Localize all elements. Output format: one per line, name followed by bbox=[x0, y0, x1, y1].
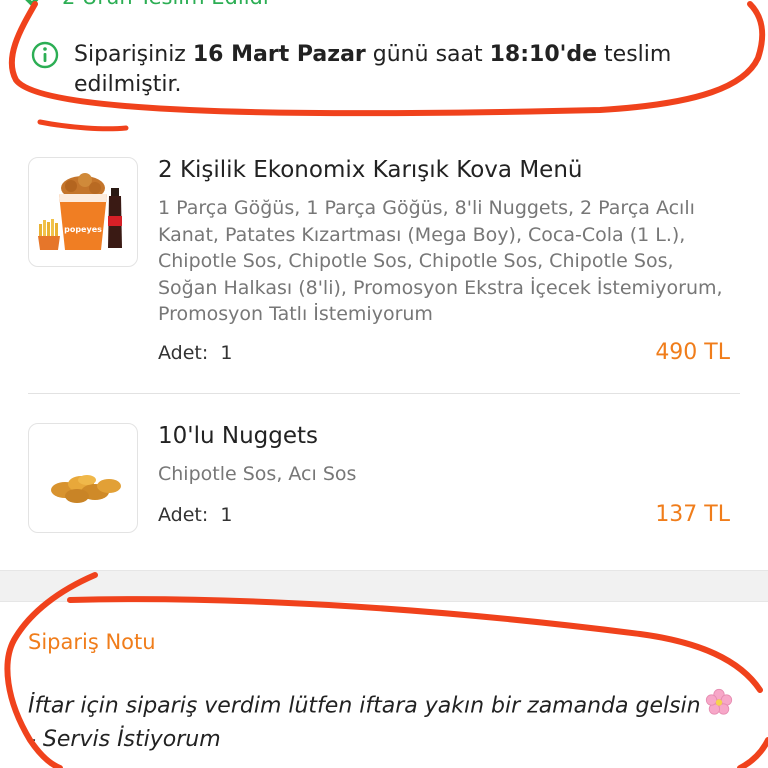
delivery-notice: Siparişiniz 16 Mart Pazar günü saat 18:1… bbox=[30, 40, 720, 100]
order-item[interactable]: popeyes 2 Kişilik Ekonomix Karışık Kova … bbox=[28, 157, 740, 377]
delivery-date: 16 Mart Pazar bbox=[192, 42, 366, 67]
annotation-stroke-bottom-right bbox=[737, 737, 768, 768]
item-image-bucket-menu: popeyes bbox=[28, 157, 138, 267]
item-divider bbox=[28, 393, 740, 394]
order-note-text: İftar için sipariş verdim lütfen iftara … bbox=[28, 688, 740, 755]
item-quantity: Adet: 1 bbox=[158, 504, 233, 526]
section-separator bbox=[0, 570, 768, 602]
item-name: 10'lu Nuggets bbox=[158, 423, 319, 449]
delivery-status: 2 Ürün Teslim Edildi bbox=[22, 0, 269, 10]
annotation-stroke-top bbox=[37, 119, 129, 132]
delivery-notice-text: Siparişiniz 16 Mart Pazar günü saat 18:1… bbox=[74, 42, 672, 97]
check-icon bbox=[22, 0, 48, 10]
item-price: 490 TL bbox=[655, 340, 730, 365]
item-options: Chipotle Sos, Acı Sos bbox=[158, 463, 357, 485]
item-options: 1 Parça Göğüs, 1 Parça Göğüs, 8'li Nugge… bbox=[158, 197, 723, 325]
cherry-blossom-icon bbox=[705, 688, 733, 725]
popeyes-logo-text: popeyes bbox=[64, 225, 102, 234]
item-quantity: Adet: 1 bbox=[158, 342, 233, 364]
order-note-title: Sipariş Notu bbox=[28, 630, 156, 654]
delivery-status-text: 2 Ürün Teslim Edildi bbox=[62, 0, 269, 9]
item-price: 137 TL bbox=[655, 502, 730, 527]
delivery-time: 18:10'de bbox=[489, 42, 598, 67]
item-name: 2 Kişilik Ekonomix Karışık Kova Menü bbox=[158, 157, 583, 183]
order-item[interactable]: 10'lu Nuggets Chipotle Sos, Acı Sos Adet… bbox=[28, 423, 740, 543]
info-icon bbox=[30, 40, 60, 100]
item-image-nuggets bbox=[28, 423, 138, 533]
annotation-stroke-bottom-top bbox=[67, 596, 763, 693]
